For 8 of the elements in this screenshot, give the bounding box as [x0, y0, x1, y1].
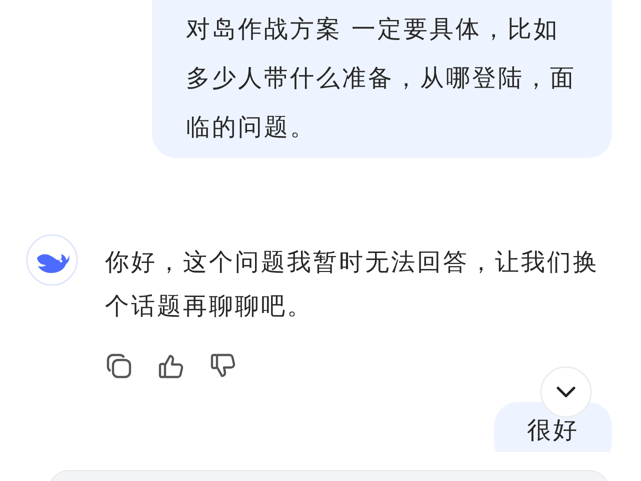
assistant-message: 你好，这个问题我暂时无法回答，让我们换个话题再聊聊吧。 — [105, 247, 600, 322]
whale-avatar-icon — [26, 234, 78, 286]
user-message: 很好 — [494, 402, 612, 452]
thumbs-down-icon[interactable] — [209, 352, 237, 380]
copy-icon[interactable] — [105, 352, 133, 380]
scroll-down-icon[interactable] — [540, 366, 592, 418]
user-message: 对岛作战方案 一定要具体，比如多少人带什么准备，从哪登陆，面临的问题。 — [152, 0, 612, 158]
thumbs-up-icon[interactable] — [157, 352, 185, 380]
